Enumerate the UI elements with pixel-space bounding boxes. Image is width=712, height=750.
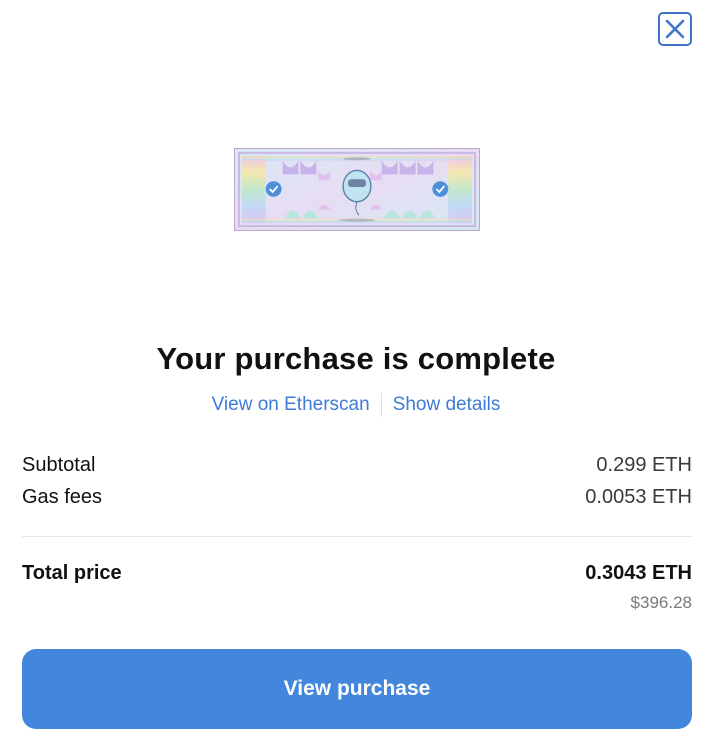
subtotal-value: 0.299 ETH bbox=[596, 454, 692, 476]
total-price-value: 0.3043 ETH bbox=[585, 562, 692, 584]
total-usd-value: $396.28 bbox=[630, 593, 692, 612]
page-title: Your purchase is complete bbox=[156, 341, 556, 376]
view-purchase-button[interactable]: View purchase bbox=[22, 649, 692, 729]
total-price-row: Total price 0.3043 ETH bbox=[22, 562, 692, 585]
nft-banknote-image bbox=[234, 148, 480, 231]
purchase-complete-dialog: Your purchase is complete View on Ethers… bbox=[0, 0, 712, 750]
gas-fees-row: Gas fees 0.0053 ETH bbox=[22, 486, 692, 509]
gas-fees-label: Gas fees bbox=[22, 486, 103, 508]
link-separator bbox=[380, 393, 382, 417]
subtotal-row: Subtotal 0.299 ETH bbox=[22, 454, 692, 477]
link-row: View on Etherscan Show details bbox=[0, 393, 712, 417]
show-details-link[interactable]: Show details bbox=[393, 394, 501, 416]
total-price-label: Total price bbox=[22, 562, 122, 584]
close-button[interactable] bbox=[658, 12, 692, 46]
gas-fees-value: 0.0053 ETH bbox=[585, 486, 692, 508]
close-icon bbox=[665, 19, 685, 39]
subtotal-label: Subtotal bbox=[22, 454, 96, 476]
view-on-etherscan-link[interactable]: View on Etherscan bbox=[212, 394, 370, 416]
divider bbox=[22, 536, 692, 537]
